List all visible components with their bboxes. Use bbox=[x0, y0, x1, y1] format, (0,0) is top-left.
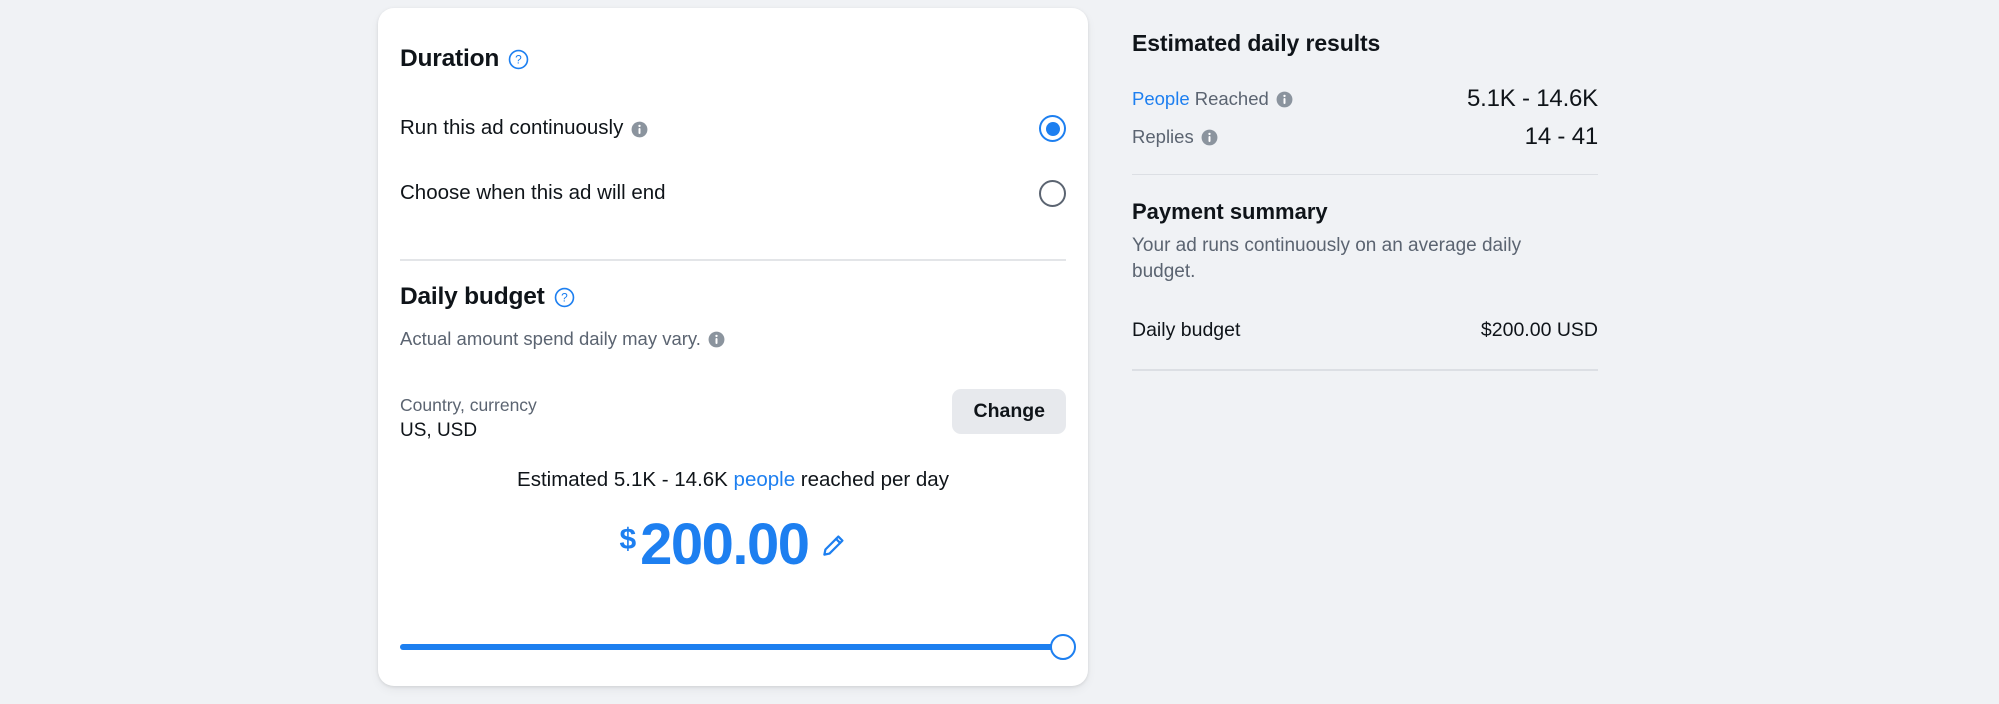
daily-budget-slider[interactable] bbox=[400, 630, 1076, 664]
change-button[interactable]: Change bbox=[952, 389, 1066, 435]
budget-note: Actual amount spend daily may vary. bbox=[400, 328, 725, 350]
question-circle-icon[interactable]: ? bbox=[508, 49, 529, 70]
ad-budget-screen: Duration ? Run this ad continuously Choo… bbox=[0, 0, 1999, 704]
card-section-divider bbox=[400, 259, 1066, 261]
result-label-text: Replies bbox=[1132, 126, 1194, 148]
svg-text:?: ? bbox=[561, 291, 568, 305]
people-link[interactable]: People bbox=[1132, 88, 1190, 109]
estimated-daily-results-title: Estimated daily results bbox=[1132, 30, 1381, 56]
result-label-text: People Reached bbox=[1132, 87, 1269, 110]
estimated-results-panel: Estimated daily results People Reached 5… bbox=[1132, 30, 1598, 371]
svg-text:?: ? bbox=[515, 53, 522, 67]
duration-section-header: Duration ? bbox=[400, 45, 529, 73]
radio-run-continuously[interactable] bbox=[1039, 115, 1066, 142]
card-content: Duration ? Run this ad continuously Choo… bbox=[400, 8, 1076, 686]
panel-divider bbox=[1132, 173, 1598, 176]
slider-fill bbox=[400, 644, 1055, 650]
payment-summary-row: Daily budget $200.00 USD bbox=[1132, 318, 1598, 342]
result-label: Replies bbox=[1132, 125, 1218, 148]
edit-budget-button[interactable] bbox=[813, 532, 847, 563]
result-row-replies: Replies 14 - 41 bbox=[1132, 122, 1598, 152]
result-row-people-reached: People Reached 5.1K - 14.6K bbox=[1132, 84, 1598, 114]
country-currency-block: Country, currency US, USD bbox=[400, 394, 537, 443]
duration-option-continuous[interactable]: Run this ad continuously bbox=[400, 115, 1066, 142]
payment-row-label: Daily budget bbox=[1132, 318, 1241, 341]
payment-summary-description: Your ad runs continuously on an average … bbox=[1132, 235, 1522, 283]
payment-row-value: $200.00 USD bbox=[1480, 318, 1598, 341]
result-value: 5.1K - 14.6K bbox=[1466, 84, 1598, 112]
amount-value: 200.00 bbox=[640, 512, 810, 577]
option-label-text: Run this ad continuously bbox=[400, 116, 624, 140]
option-label-text: Choose when this ad will end bbox=[400, 181, 666, 205]
payment-summary-block: Payment summary Your ad runs continuousl… bbox=[1132, 199, 1598, 342]
country-currency-value: US, USD bbox=[400, 419, 478, 441]
result-label: People Reached bbox=[1132, 87, 1293, 110]
duration-option-end-date-label: Choose when this ad will end bbox=[400, 181, 666, 206]
radio-choose-end-date[interactable] bbox=[1039, 180, 1066, 207]
country-currency-label: Country, currency bbox=[400, 395, 537, 415]
info-icon[interactable] bbox=[631, 120, 648, 138]
estimated-results-list: People Reached 5.1K - 14.6K Replies 14 -… bbox=[1132, 84, 1598, 152]
estimate-suffix: reached per day bbox=[795, 468, 949, 491]
budget-note-text: Actual amount spend daily may vary. bbox=[400, 328, 701, 349]
daily-budget-title: Daily budget bbox=[400, 283, 545, 310]
info-icon[interactable] bbox=[708, 331, 725, 348]
duration-option-end-date[interactable]: Choose when this ad will end bbox=[400, 180, 1066, 207]
info-icon[interactable] bbox=[1276, 90, 1293, 108]
estimated-reach-line: Estimated 5.1K - 14.6K people reached pe… bbox=[400, 468, 1066, 493]
duration-option-continuous-label: Run this ad continuously bbox=[400, 116, 648, 141]
people-link[interactable]: people bbox=[734, 468, 796, 491]
result-label-rest: Reached bbox=[1189, 88, 1269, 110]
result-value: 14 - 41 bbox=[1524, 122, 1599, 150]
question-circle-icon[interactable]: ? bbox=[554, 287, 575, 308]
estimate-prefix: Estimated 5.1K - 14.6K bbox=[517, 468, 734, 491]
slider-thumb[interactable] bbox=[1050, 634, 1076, 660]
amount-currency-symbol: $ bbox=[619, 523, 637, 556]
daily-budget-section-header: Daily budget ? bbox=[400, 283, 575, 311]
info-icon[interactable] bbox=[1201, 128, 1218, 146]
daily-budget-amount: $ 200.00 bbox=[400, 516, 1066, 574]
duration-title: Duration bbox=[400, 45, 500, 72]
payment-summary-title: Payment summary bbox=[1132, 199, 1328, 225]
duration-budget-card: Duration ? Run this ad continuously Choo… bbox=[378, 8, 1088, 686]
panel-divider-bottom bbox=[1132, 369, 1598, 371]
pencil-icon bbox=[819, 532, 847, 563]
